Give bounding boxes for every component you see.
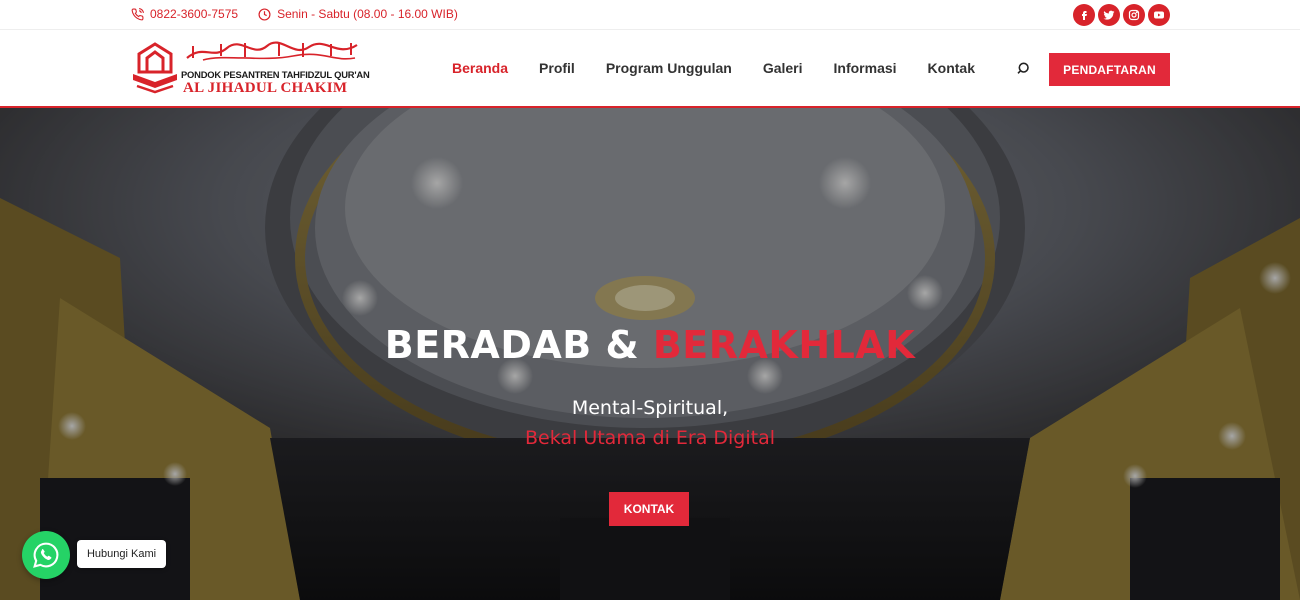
youtube-icon[interactable] bbox=[1148, 4, 1170, 26]
hero-banner: BERADAB & BERAKHLAK Mental-Spiritual, Be… bbox=[0, 108, 1300, 600]
whatsapp-button[interactable] bbox=[22, 531, 70, 579]
hero-subtitle-line2: Bekal Utama di Era Digital bbox=[524, 427, 776, 449]
facebook-icon[interactable] bbox=[1073, 4, 1095, 26]
phone-icon bbox=[131, 7, 144, 20]
phone-item[interactable]: 0822-3600-7575 bbox=[131, 7, 238, 21]
registration-button[interactable]: PENDAFTARAN bbox=[1049, 53, 1170, 86]
hours-item: Senin - Sabtu (08.00 - 16.00 WIB) bbox=[258, 7, 458, 21]
site-logo[interactable]: PONDOK PESANTREN TAHFIDZUL QUR'AN AL JIH… bbox=[131, 40, 370, 98]
whatsapp-icon bbox=[33, 542, 59, 568]
hero-headline-accent: BERAKHLAK bbox=[652, 323, 916, 367]
nav-item-kontak[interactable]: Kontak bbox=[928, 60, 975, 76]
contact-info: 0822-3600-7575 Senin - Sabtu (08.00 - 16… bbox=[131, 7, 458, 21]
nav-item-galeri[interactable]: Galeri bbox=[763, 60, 803, 76]
nav-item-program-unggulan[interactable]: Program Unggulan bbox=[606, 60, 732, 76]
logo-title: AL JIHADUL CHAKIM bbox=[183, 80, 348, 96]
phone-number: 0822-3600-7575 bbox=[150, 7, 239, 21]
hero-headline-white: BERADAB & bbox=[384, 323, 653, 367]
hero-headline: BERADAB & BERAKHLAK bbox=[0, 323, 1300, 367]
twitter-icon[interactable] bbox=[1098, 4, 1120, 26]
search-icon[interactable] bbox=[1017, 61, 1033, 77]
top-bar: 0822-3600-7575 Senin - Sabtu (08.00 - 16… bbox=[0, 0, 1300, 30]
whatsapp-label[interactable]: Hubungi Kami bbox=[77, 540, 166, 568]
logo-subtitle: PONDOK PESANTREN TAHFIDZUL QUR'AN bbox=[181, 69, 370, 80]
main-nav: Beranda Profil Program Unggulan Galeri I… bbox=[452, 60, 1006, 76]
opening-hours: Senin - Sabtu (08.00 - 16.00 WIB) bbox=[277, 7, 458, 21]
nav-item-informasi[interactable]: Informasi bbox=[834, 60, 897, 76]
site-header: PONDOK PESANTREN TAHFIDZUL QUR'AN AL JIH… bbox=[0, 30, 1300, 108]
mosque-book-emblem bbox=[133, 42, 177, 94]
logo-arabic-calligraphy bbox=[186, 41, 358, 61]
clock-icon bbox=[258, 7, 271, 21]
instagram-icon[interactable] bbox=[1123, 4, 1145, 26]
nav-item-profil[interactable]: Profil bbox=[539, 60, 575, 76]
hero-subtitle-line1: Mental-Spiritual, bbox=[571, 397, 729, 419]
hero-contact-button[interactable]: KONTAK bbox=[609, 492, 689, 526]
social-links bbox=[1073, 4, 1170, 26]
nav-item-beranda[interactable]: Beranda bbox=[452, 60, 508, 76]
